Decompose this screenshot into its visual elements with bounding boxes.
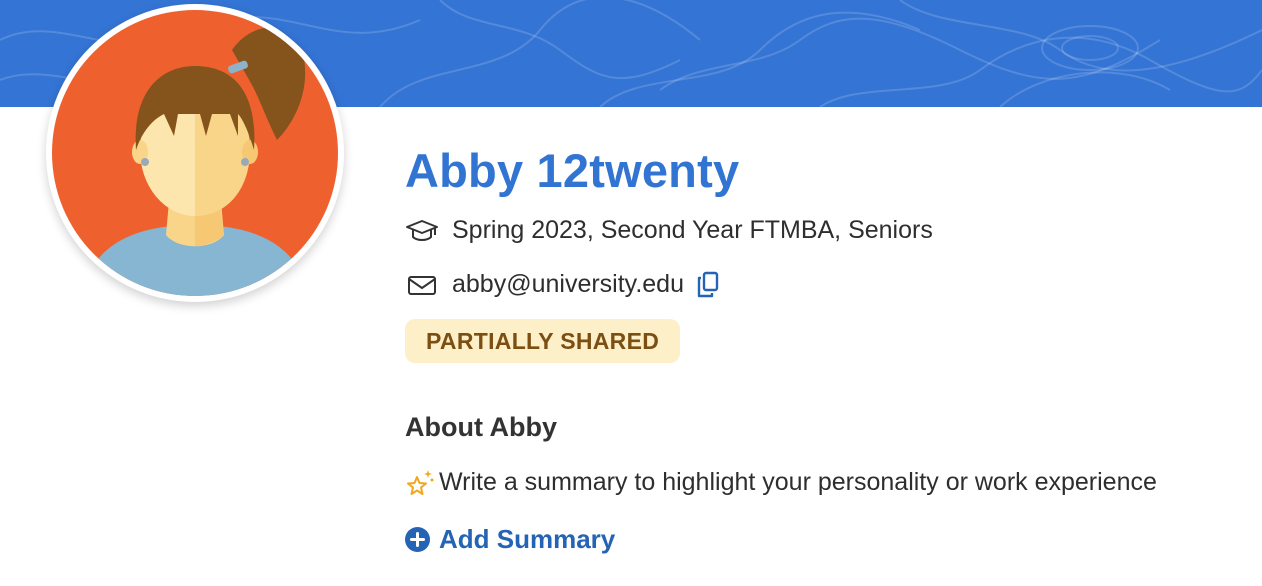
copy-icon [697, 271, 719, 297]
summary-prompt: Write a summary to highlight your person… [405, 467, 1157, 497]
sharing-status-badge: PARTIALLY SHARED [405, 319, 681, 363]
class-info-row: Spring 2023, Second Year FTMBA, Seniors [405, 216, 933, 245]
avatar[interactable] [46, 4, 344, 302]
about-section-title: About Abby [405, 412, 557, 442]
envelope-icon [405, 271, 439, 299]
avatar-image [52, 10, 338, 296]
email-row: abby@university.edu [405, 270, 722, 299]
profile-name: Abby 12twenty [405, 144, 740, 197]
copy-email-button[interactable] [696, 271, 722, 299]
plus-circle-icon [405, 527, 430, 552]
add-summary-button[interactable]: Add Summary [405, 524, 615, 555]
sparkle-star-icon [407, 470, 434, 495]
add-summary-label: Add Summary [439, 524, 616, 554]
email-text[interactable]: abby@university.edu [452, 270, 684, 299]
summary-prompt-text: Write a summary to highlight your person… [439, 467, 1157, 496]
graduation-cap-icon [405, 217, 439, 245]
class-info-text: Spring 2023, Second Year FTMBA, Seniors [452, 216, 933, 244]
user-avatar-illustration [82, 27, 308, 296]
